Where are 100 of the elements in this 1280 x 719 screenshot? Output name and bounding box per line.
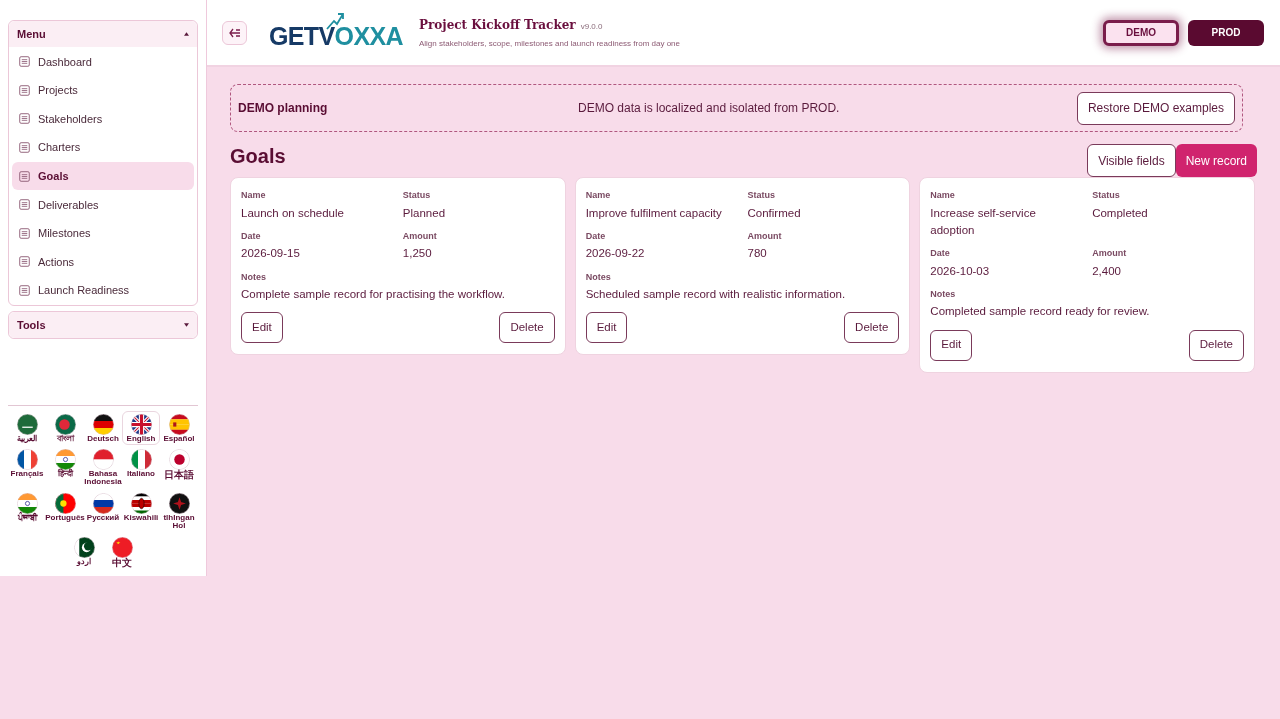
field-label: Date	[930, 247, 951, 260]
menu-item[interactable]: Goals	[12, 162, 194, 190]
flag-icon	[16, 492, 38, 514]
field-label: Date	[585, 229, 607, 243]
logo-text: V	[318, 24, 335, 49]
field-value: Planned	[402, 205, 447, 221]
language-option[interactable]: Italiano	[122, 445, 160, 489]
language-label: हिन्दी	[57, 469, 73, 479]
document-icon	[19, 199, 30, 211]
new-record-button[interactable]: New record	[1175, 144, 1257, 177]
flag-icon	[16, 448, 38, 470]
app-title: Project Kickoff Tracker	[418, 16, 576, 34]
language-option[interactable]: Kiswahili	[122, 489, 160, 533]
language-option[interactable]: Español	[160, 410, 198, 445]
flag-icon	[54, 492, 76, 514]
menu-item[interactable]: Projects	[12, 76, 194, 105]
language-option[interactable]: Français	[8, 445, 46, 489]
banner-message: DEMO data is localized and isolated from PROD.	[578, 100, 840, 117]
field-label: Name	[585, 189, 612, 202]
menu-item[interactable]: Dashboard	[12, 48, 194, 76]
field-value: Improve fulfilment capacity	[585, 205, 723, 221]
field-value: Launch on schedule	[241, 205, 345, 221]
document-icon	[19, 256, 30, 268]
field-label: Status	[402, 189, 432, 202]
edit-button[interactable]: Edit	[241, 312, 283, 344]
field-label: Name	[241, 189, 267, 202]
language-option[interactable]: Bahasa Indonesia	[84, 445, 122, 489]
language-label: Italiano	[127, 469, 155, 479]
logo-text: OXXA	[334, 24, 403, 49]
language-label: বাংলা	[56, 434, 74, 443]
field-value: Increase self-service adoption	[930, 205, 1037, 238]
language-label: tlhIngan Hol	[162, 513, 196, 531]
edit-button[interactable]: Edit	[585, 312, 628, 344]
menu-item[interactable]: Actions	[12, 248, 194, 276]
document-icon	[19, 227, 30, 239]
language-option[interactable]: اردو	[65, 533, 103, 570]
field-value: 2026-09-22	[585, 246, 646, 262]
language-label: Kiswahili	[123, 513, 159, 523]
field-value: Confirmed	[747, 205, 802, 221]
flag-icon	[92, 448, 114, 470]
flag-icon	[54, 448, 76, 470]
language-label: Français	[10, 469, 44, 479]
field-value: Completed	[1092, 205, 1149, 221]
caret-icon	[184, 32, 189, 36]
collapse-sidebar-button[interactable]	[222, 20, 247, 45]
field-label: Amount	[747, 229, 783, 243]
language-label: العربية	[17, 434, 37, 443]
environment-tab[interactable]: DEMO	[1103, 19, 1179, 46]
language-option[interactable]: 日本語	[160, 445, 198, 489]
language-option[interactable]: tlhIngan Hol	[160, 489, 198, 533]
menu-item[interactable]: Milestones	[12, 219, 194, 248]
banner-title: DEMO planning	[238, 100, 329, 117]
language-option[interactable]: Português	[46, 489, 84, 533]
language-label: Bahasa Indonesia	[84, 469, 122, 487]
language-label: اردو	[77, 557, 91, 566]
delete-button[interactable]: Delete	[1188, 329, 1244, 361]
caret-icon	[184, 323, 189, 328]
menu-item[interactable]: Stakeholders	[12, 105, 194, 133]
document-icon	[19, 84, 30, 96]
menu-header[interactable]: Menu	[9, 21, 197, 47]
field-value: Complete sample record for practising the workflow.	[241, 287, 506, 302]
flag-icon	[130, 413, 152, 435]
flag-icon	[73, 536, 95, 558]
field-label: Amount	[402, 229, 438, 243]
field-label: Status	[1092, 189, 1121, 202]
field-label: Amount	[1092, 247, 1128, 260]
menu-item[interactable]: Charters	[12, 133, 194, 162]
menu-item[interactable]: Launch Readiness	[12, 276, 194, 305]
language-option[interactable]: বাংলা	[46, 410, 84, 445]
language-option[interactable]: English	[122, 410, 160, 445]
flag-icon	[168, 492, 190, 514]
language-label: ਪੰਜਾਬੀ	[17, 513, 37, 523]
delete-button[interactable]: Delete	[499, 312, 555, 344]
edit-button[interactable]: Edit	[930, 329, 973, 361]
visible-fields-button[interactable]: Visible fields	[1087, 144, 1176, 177]
language-option[interactable]: العربية	[8, 410, 46, 445]
language-label: 中文	[112, 557, 132, 568]
page-title: Goals	[230, 144, 286, 169]
language-label: Deutsch	[87, 434, 119, 443]
document-icon	[19, 56, 30, 68]
field-label: Notes	[241, 270, 267, 284]
document-icon	[19, 170, 30, 182]
field-value: 2,400	[1092, 263, 1122, 279]
flag-icon	[92, 413, 114, 435]
environment-tab[interactable]: PROD	[1188, 19, 1264, 46]
language-label: Русский	[86, 513, 120, 523]
language-option[interactable]: हिन्दी	[46, 445, 84, 489]
language-option[interactable]: Deutsch	[84, 410, 122, 445]
restore-button[interactable]: Restore DEMO examples	[1076, 91, 1235, 125]
language-option[interactable]: 中文	[103, 533, 141, 570]
language-option[interactable]: Русский	[84, 489, 122, 533]
flag-icon	[130, 448, 152, 470]
field-label: Date	[241, 229, 262, 243]
field-value: 2026-10-03	[930, 263, 991, 279]
tools-header[interactable]: Tools	[9, 312, 197, 339]
menu-item[interactable]: Deliverables	[12, 190, 194, 219]
language-option[interactable]: ਪੰਜਾਬੀ	[8, 489, 46, 533]
delete-button[interactable]: Delete	[844, 312, 900, 344]
flag-icon	[130, 492, 152, 514]
flag-icon	[92, 492, 114, 514]
